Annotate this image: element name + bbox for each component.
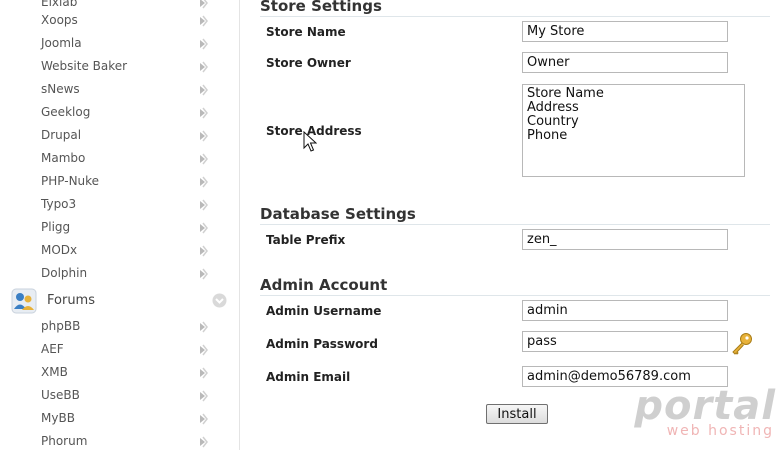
store-address-textarea[interactable]: Store Name Address Country Phone [522,84,745,177]
sidebar-item-label: Geeklog [41,105,91,119]
arrow-right-icon [200,321,208,333]
sidebar-item-label: Pligg [41,220,71,234]
sidebar-item[interactable]: Typo3 [0,194,239,217]
arrow-right-icon [200,245,208,257]
watermark-logo: portal web hosting [598,384,776,444]
sidebar-item[interactable]: Drupal [0,125,239,148]
arrow-right-icon [200,176,208,188]
watermark-sub: web hosting [666,423,774,439]
sidebar-item-label: XMB [41,365,68,379]
sidebar-item-label: Dolphin [41,266,88,280]
arrow-right-icon [200,436,208,448]
store-name-input[interactable] [522,21,728,42]
store-owner-label: Store Owner [266,56,351,70]
arrow-right-icon [200,268,208,280]
sidebar-item-label: PHP-Nuke [41,174,100,188]
admin-password-input[interactable] [522,331,728,352]
arrow-right-icon [200,344,208,356]
sidebar-item[interactable]: UseBB [0,385,239,408]
install-button[interactable]: Install [486,404,548,424]
sidebar-item[interactable]: sNews [0,79,239,102]
mouse-cursor-icon [303,131,317,152]
table-prefix-input[interactable] [522,229,728,250]
sidebar-item-label: phpBB [41,319,81,333]
arrow-right-icon [200,0,208,9]
sidebar-item-label: Typo3 [41,197,77,211]
admin-username-label: Admin Username [266,304,382,318]
sidebar-item[interactable]: Geeklog [0,102,239,125]
sidebar-item[interactable]: PHP-Nuke [0,171,239,194]
sidebar-item-label: Mambo [41,151,86,165]
admin-password-label: Admin Password [266,337,378,351]
store-owner-input[interactable] [522,52,728,73]
sidebar-item-label: sNews [41,82,80,96]
sidebar-item[interactable]: Dolphin [0,263,239,286]
arrow-right-icon [200,222,208,234]
sidebar-item-label: Phorum [41,434,88,448]
sidebar-item[interactable]: Website Baker [0,56,239,79]
sidebar-item-label: Joomla [41,36,82,50]
chevron-down-icon[interactable] [212,293,227,308]
sidebar-item[interactable]: phpBB [0,316,239,339]
arrow-right-icon [200,130,208,142]
arrow-right-icon [200,84,208,96]
arrow-right-icon [200,107,208,119]
arrow-right-icon [200,15,208,27]
arrow-right-icon [200,61,208,73]
database-settings-title: Database Settings [260,205,770,225]
sidebar-item[interactable]: MODx [0,240,239,263]
sidebar-item[interactable]: Joomla [0,33,239,56]
arrow-right-icon [200,38,208,50]
admin-email-label: Admin Email [266,370,351,384]
admin-account-title: Admin Account [260,276,770,296]
store-name-label: Store Name [266,25,346,39]
sidebar-category-forums[interactable]: Forums [0,287,239,315]
sidebar-item-label: AEF [41,342,64,356]
sidebar-item-label: Xoops [41,13,78,27]
sidebar-item[interactable]: Pligg [0,217,239,240]
sidebar-item-label: MODx [41,243,78,257]
arrow-right-icon [200,390,208,402]
sidebar: Elxlab Xoops Joomla Website Baker sNews Geek… [0,0,240,450]
sidebar-item[interactable]: Mambo [0,148,239,171]
sidebar-item[interactable]: Xoops [0,10,239,33]
sidebar-item-label: Elxlab [41,0,78,9]
arrow-right-icon [200,199,208,211]
sidebar-item-label: Website Baker [41,59,128,73]
sidebar-item[interactable]: MyBB [0,408,239,431]
admin-username-input[interactable] [522,300,728,321]
sidebar-category-label: Forums [47,293,95,308]
sidebar-item-label: UseBB [41,388,80,402]
arrow-right-icon [200,367,208,379]
sidebar-item-label: MyBB [41,411,75,425]
arrow-right-icon [200,413,208,425]
main-content: Store Settings Store Name Store Owner St… [240,0,776,450]
key-icon[interactable] [730,331,754,355]
arrow-right-icon [200,153,208,165]
store-settings-title: Store Settings [260,0,770,17]
table-prefix-label: Table Prefix [266,233,346,247]
watermark-word: portal [634,383,776,429]
forums-icon [11,288,37,314]
sidebar-item[interactable]: Phorum [0,431,239,450]
sidebar-item[interactable]: AEF [0,339,239,362]
sidebar-item[interactable]: XMB [0,362,239,385]
sidebar-item-label: Drupal [41,128,82,142]
